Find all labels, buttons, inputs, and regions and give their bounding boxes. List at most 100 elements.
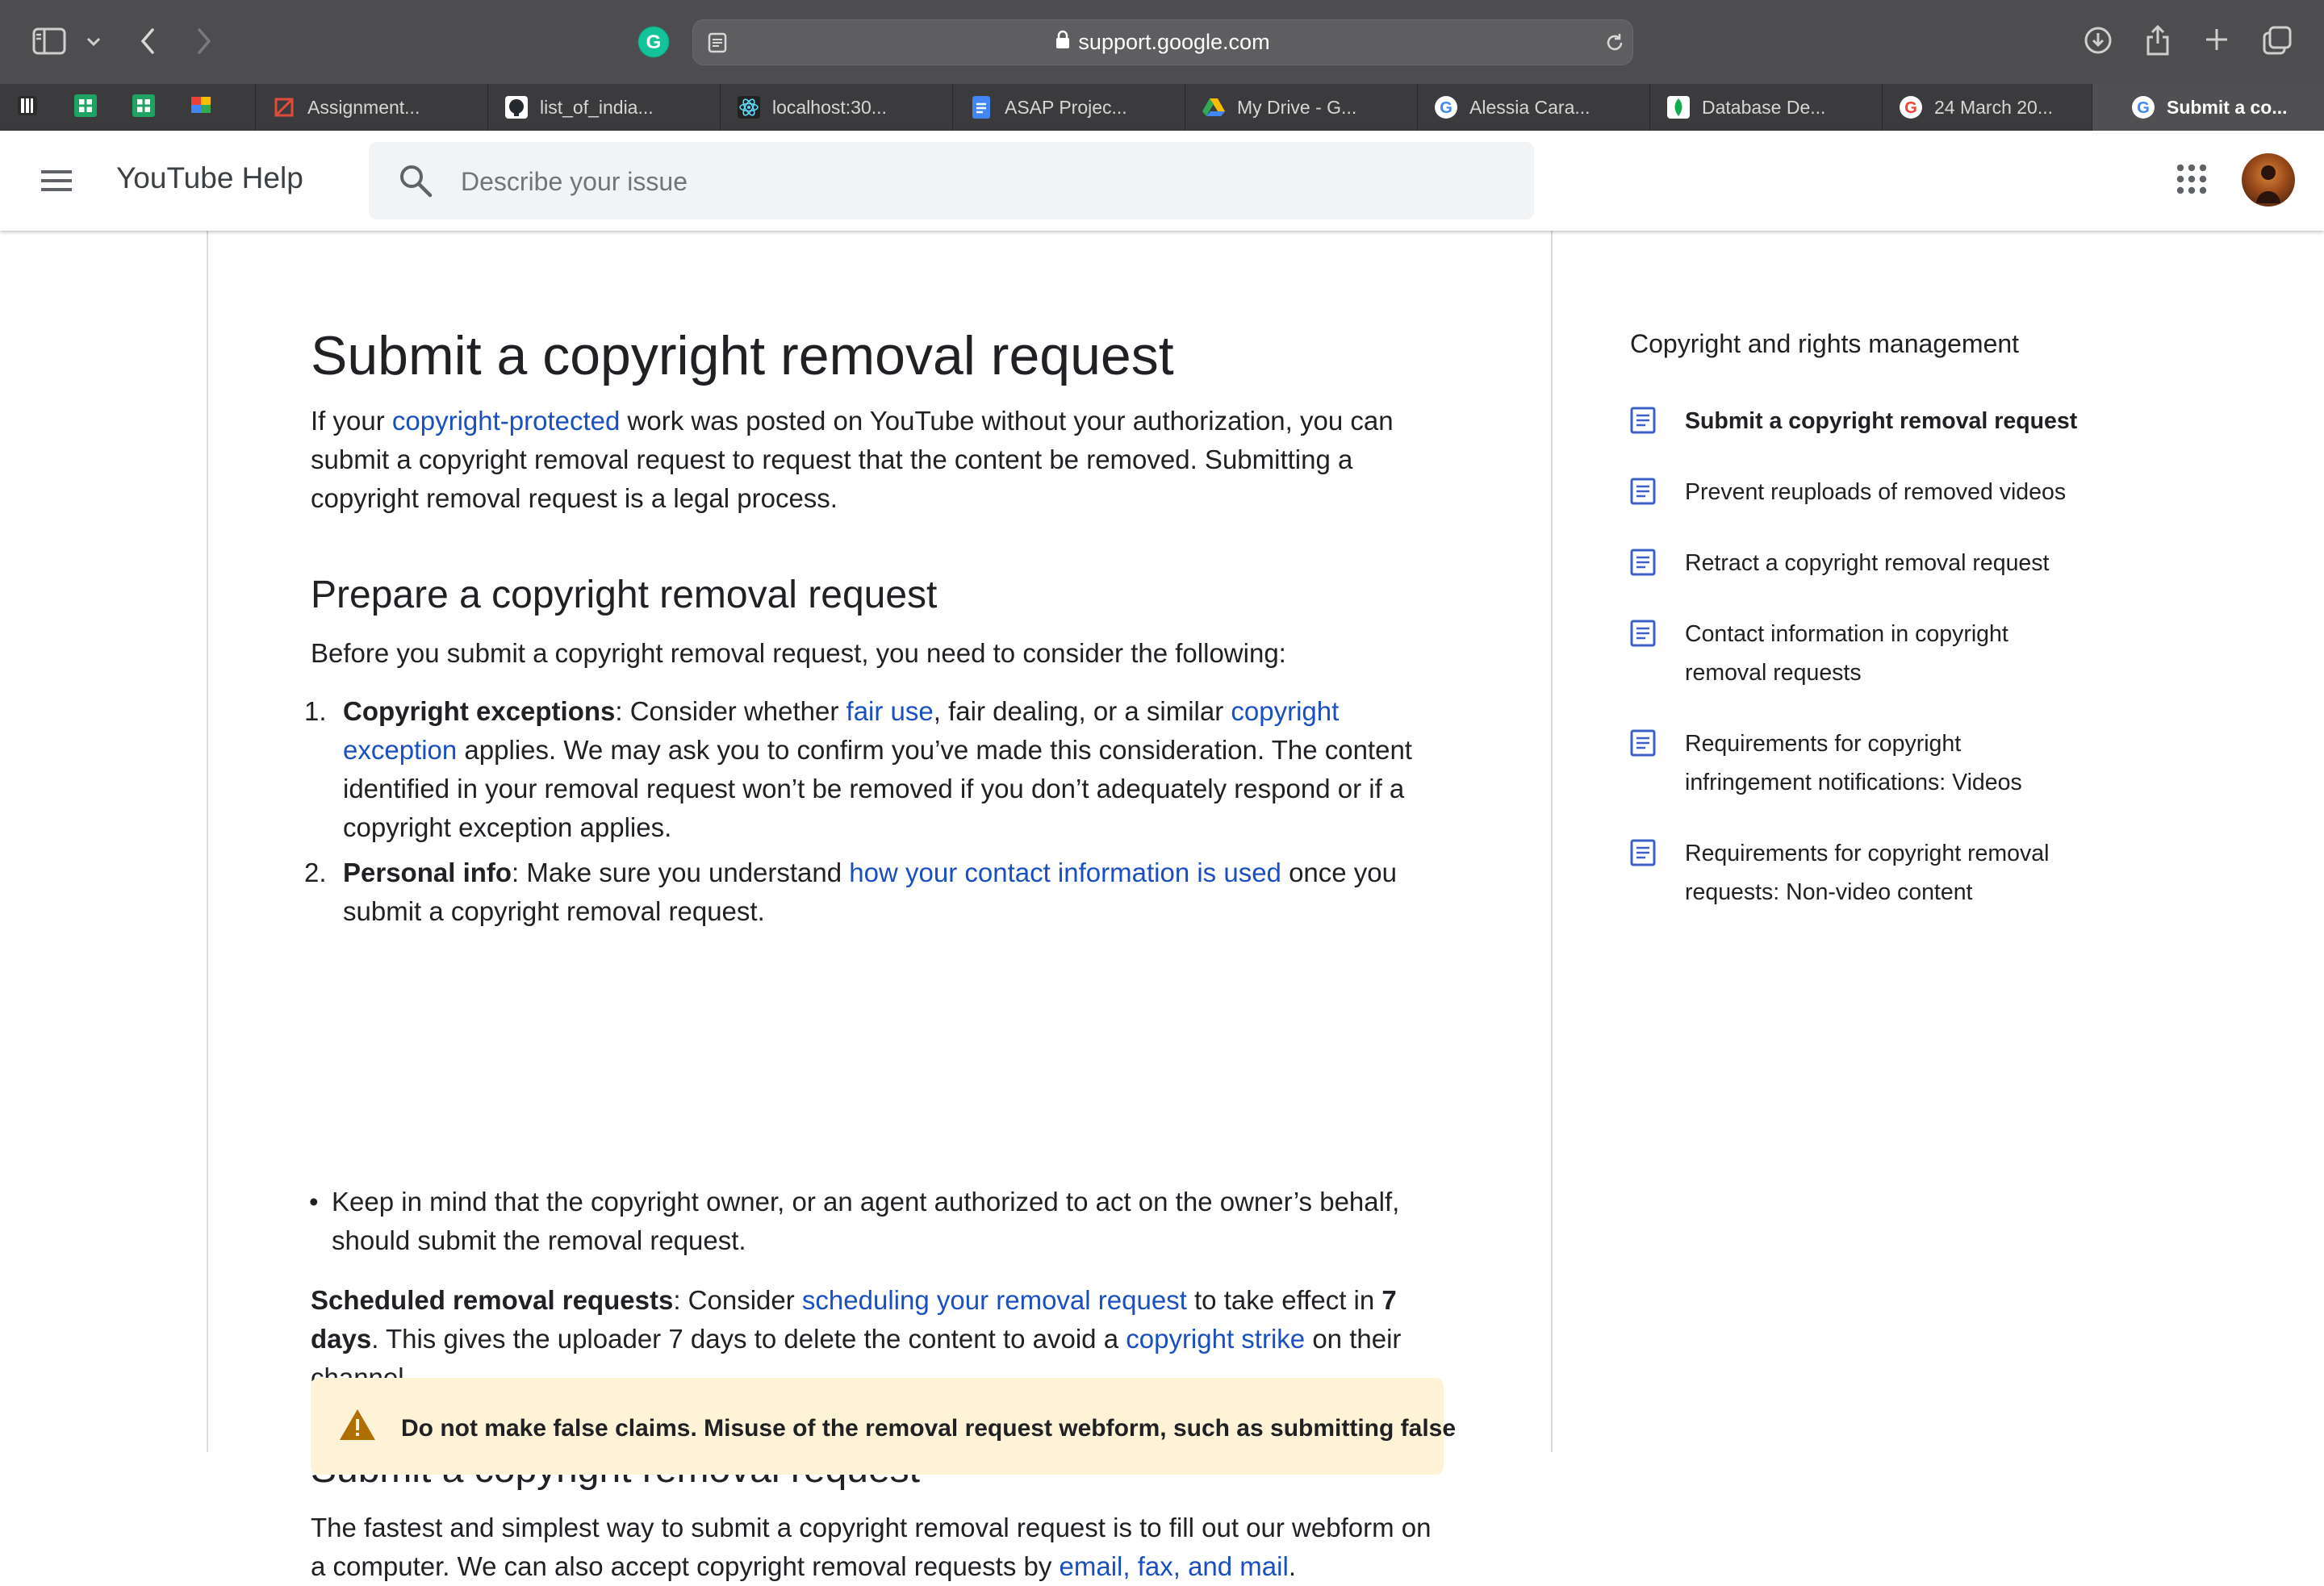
warning-callout: Do not make false claims. Misuse of the … xyxy=(311,1378,1456,1475)
google-icon: G xyxy=(1434,95,1458,119)
tab-alessia-cara[interactable]: G Alessia Cara... xyxy=(1417,84,1628,131)
url-display: support.google.com xyxy=(693,20,1632,65)
search-icon[interactable] xyxy=(398,163,433,198)
sidebar-item-label: Retract a copyright removal request xyxy=(1685,550,2050,576)
sidebar-item-label: Contact information in copyright removal… xyxy=(1685,621,2008,686)
list-item-text: : Consider whether xyxy=(615,696,846,726)
prepare-lead: Before you submit a copyright removal re… xyxy=(311,638,1286,668)
email-fax-mail-link[interactable]: email, fax, and mail xyxy=(1060,1551,1289,1581)
tab-label: ASAP Projec... xyxy=(1005,96,1127,118)
document-icon xyxy=(1630,478,1656,507)
scheduled-text: . This gives the uploader 7 days to dele… xyxy=(371,1324,1126,1354)
download-icon[interactable] xyxy=(2082,24,2114,56)
list-item-heading: Copyright exceptions xyxy=(343,696,616,726)
copyright-protected-link[interactable]: copyright-protected xyxy=(392,406,620,436)
sheets-pinned-icon[interactable] xyxy=(71,91,100,120)
bullet-note: • Keep in mind that the copyright owner,… xyxy=(306,1183,1444,1260)
tab-overview-icon[interactable] xyxy=(2261,24,2293,56)
tab-24-march[interactable]: G 24 March 20... xyxy=(1882,84,2092,131)
sheets-pinned-icon[interactable] xyxy=(129,91,158,120)
scheduled-text: : Consider xyxy=(673,1285,802,1315)
intro-text: If your xyxy=(311,406,392,436)
fair-use-link[interactable]: fair use xyxy=(846,696,934,726)
back-icon[interactable] xyxy=(136,26,160,56)
document-icon xyxy=(1630,729,1656,758)
svg-text:G: G xyxy=(1440,99,1452,117)
tab-label: My Drive - G... xyxy=(1237,96,1357,118)
sidebar-title: Copyright and rights management xyxy=(1630,329,2020,358)
document-icon xyxy=(1630,839,1656,868)
avatar[interactable] xyxy=(2242,153,2295,207)
submit-text: . xyxy=(1288,1551,1296,1581)
scheduled-heading: Scheduled removal requests xyxy=(311,1285,674,1315)
list-item-text: : Make sure you understand xyxy=(512,858,850,887)
google-icon: G xyxy=(2131,95,2155,119)
grammarly-icon[interactable]: G xyxy=(637,26,670,58)
tab-submit-copyright[interactable]: G Submit a co... xyxy=(2092,84,2324,131)
list-item-text: , fair dealing, or a similar xyxy=(933,696,1231,726)
pinned-tab-icon[interactable] xyxy=(13,91,42,120)
bullet-dot: • xyxy=(309,1187,319,1217)
svg-text:G: G xyxy=(2137,99,2150,117)
scheduled-text: to take effect in xyxy=(1186,1285,1382,1315)
copyright-strike-link[interactable]: copyright strike xyxy=(1126,1324,1305,1354)
tab-label: Submit a co... xyxy=(2167,96,2288,118)
tab-label: Assignment... xyxy=(307,96,420,118)
search-input[interactable] xyxy=(459,142,1511,221)
document-icon xyxy=(1630,549,1656,578)
tab-label: Database De... xyxy=(1702,96,1826,118)
mongodb-icon xyxy=(1666,95,1691,119)
share-icon[interactable] xyxy=(2143,23,2172,58)
list-item: 2. Personal info: Make sure you understa… xyxy=(304,854,1448,931)
tab-github[interactable]: list_of_india... xyxy=(487,84,706,131)
tab-localhost[interactable]: localhost:30... xyxy=(720,84,930,131)
lock-icon xyxy=(1055,30,1070,55)
drive-icon xyxy=(1202,95,1226,119)
new-tab-icon[interactable] xyxy=(2203,26,2230,53)
list-item-text: applies. We may ask you to confirm you’v… xyxy=(343,735,1412,842)
tab-label: localhost:30... xyxy=(772,96,887,118)
list-item-heading: Personal info xyxy=(343,858,512,887)
document-icon xyxy=(1630,407,1656,436)
react-icon xyxy=(737,95,761,119)
github-icon xyxy=(504,95,529,119)
tab-asap-project[interactable]: ASAP Projec... xyxy=(952,84,1163,131)
docs-icon xyxy=(969,95,993,119)
contact-info-link[interactable]: how your contact information is used xyxy=(849,858,1281,887)
sidebar-item-label: Prevent reuploads of removed videos xyxy=(1685,479,2067,505)
help-header: YouTube Help xyxy=(0,131,2324,231)
intro-paragraph: If your copyright-protected work was pos… xyxy=(311,402,1448,518)
warning-icon xyxy=(338,1407,377,1442)
sidebar-item-label: Requirements for copyright removal reque… xyxy=(1685,841,2050,905)
svg-text:G: G xyxy=(1904,99,1917,117)
tab-assignment[interactable]: Assignment... xyxy=(255,84,466,131)
warning-text: Do not make false claims. Misuse of the … xyxy=(401,1415,1457,1442)
site-title[interactable]: YouTube Help xyxy=(116,161,303,195)
chevron-down-icon[interactable] xyxy=(84,32,103,52)
reload-icon[interactable] xyxy=(1603,31,1626,54)
address-bar[interactable]: support.google.com xyxy=(692,19,1633,65)
canvas-icon xyxy=(272,95,296,119)
meet-pinned-icon[interactable] xyxy=(187,91,216,120)
forward-icon[interactable] xyxy=(192,26,216,56)
sidebar-item-label: Requirements for copyright infringement … xyxy=(1685,731,2022,795)
sidebar-item-label: Submit a copyright removal request xyxy=(1685,408,2078,434)
apps-grid-icon[interactable] xyxy=(2174,161,2211,198)
section-heading-prepare: Prepare a copyright removal request xyxy=(311,574,938,616)
tab-my-drive[interactable]: My Drive - G... xyxy=(1185,84,1395,131)
url-text: support.google.com xyxy=(1078,30,1270,54)
considerations-list: 1. Copyright exceptions: Consider whethe… xyxy=(304,692,1448,931)
page-title: Submit a copyright removal request xyxy=(311,325,1174,386)
list-number: 2. xyxy=(304,858,327,887)
submit-paragraph: The fastest and simplest way to submit a… xyxy=(311,1509,1448,1586)
bullet-text: Keep in mind that the copyright owner, o… xyxy=(332,1187,1400,1255)
tab-database[interactable]: Database De... xyxy=(1649,84,1860,131)
scheduling-link[interactable]: scheduling your removal request xyxy=(802,1285,1187,1315)
google-icon: G xyxy=(1899,95,1923,119)
svg-text:G: G xyxy=(646,31,662,53)
menu-icon[interactable] xyxy=(39,163,74,198)
sidebar-toggle-icon[interactable] xyxy=(31,26,68,56)
tab-label: 24 March 20... xyxy=(1934,96,2054,118)
search-box[interactable] xyxy=(369,142,1534,221)
tab-label: Alessia Cara... xyxy=(1469,96,1590,118)
